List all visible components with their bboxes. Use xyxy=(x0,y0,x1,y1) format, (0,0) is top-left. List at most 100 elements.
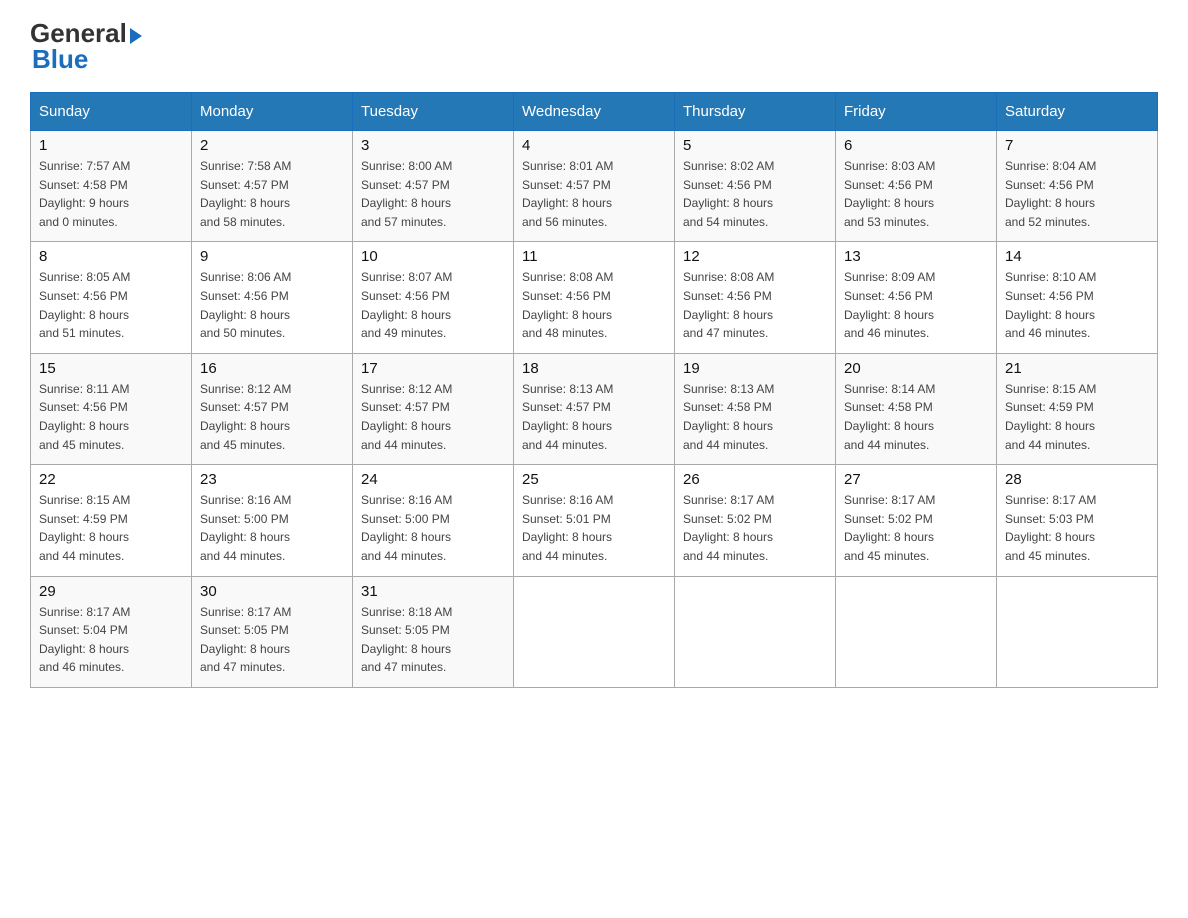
page-header: General Blue xyxy=(30,20,1158,72)
day-number: 1 xyxy=(39,137,183,154)
day-number: 13 xyxy=(844,248,988,265)
calendar-cell: 8Sunrise: 8:05 AMSunset: 4:56 PMDaylight… xyxy=(31,242,192,353)
day-number: 16 xyxy=(200,360,344,377)
day-number: 23 xyxy=(200,471,344,488)
calendar-cell: 10 Sunrise: 8:07 AMSunset: 4:56 PMDayligh… xyxy=(353,242,514,353)
calendar-cell: 27Sunrise: 8:17 AMSunset: 5:02 PMDayligh… xyxy=(836,465,997,576)
calendar-cell: 30 Sunrise: 8:17 AMSunset: 5:05 PMDayligh… xyxy=(192,576,353,687)
day-info: Sunrise: 8:17 AMSunset: 5:03 PMDaylight:… xyxy=(1005,491,1149,565)
calendar-cell: 13 Sunrise: 8:09 AMSunset: 4:56 PMDayligh… xyxy=(836,242,997,353)
day-info: Sunrise: 8:06 AMSunset: 4:56 PMDaylight:… xyxy=(200,268,344,342)
day-info: Sunrise: 8:00 AMSunset: 4:57 PMDaylight:… xyxy=(361,157,505,231)
calendar-cell: 15 Sunrise: 8:11 AMSunset: 4:56 PMDayligh… xyxy=(31,353,192,464)
day-info: Sunrise: 8:17 AMSunset: 5:05 PMDaylight:… xyxy=(200,603,344,677)
day-number: 21 xyxy=(1005,360,1149,377)
header-thursday: Thursday xyxy=(675,93,836,131)
day-number: 24 xyxy=(361,471,505,488)
day-info: Sunrise: 8:04 AMSunset: 4:56 PMDaylight:… xyxy=(1005,157,1149,231)
calendar-cell: 22Sunrise: 8:15 AMSunset: 4:59 PMDayligh… xyxy=(31,465,192,576)
day-info: Sunrise: 8:17 AMSunset: 5:04 PMDaylight:… xyxy=(39,603,183,677)
header-saturday: Saturday xyxy=(997,93,1158,131)
calendar-cell: 19 Sunrise: 8:13 AMSunset: 4:58 PMDayligh… xyxy=(675,353,836,464)
day-info: Sunrise: 8:03 AMSunset: 4:56 PMDaylight:… xyxy=(844,157,988,231)
day-number: 14 xyxy=(1005,248,1149,265)
day-number: 2 xyxy=(200,137,344,154)
calendar-cell: 14 Sunrise: 8:10 AMSunset: 4:56 PMDayligh… xyxy=(997,242,1158,353)
calendar-cell: 28 Sunrise: 8:17 AMSunset: 5:03 PMDayligh… xyxy=(997,465,1158,576)
calendar-cell: 31 Sunrise: 8:18 AMSunset: 5:05 PMDayligh… xyxy=(353,576,514,687)
day-number: 28 xyxy=(1005,471,1149,488)
week-row-1: 1 Sunrise: 7:57 AMSunset: 4:58 PMDaylight… xyxy=(31,131,1158,242)
day-number: 25 xyxy=(522,471,666,488)
calendar-cell: 9Sunrise: 8:06 AMSunset: 4:56 PMDaylight… xyxy=(192,242,353,353)
day-info: Sunrise: 7:57 AMSunset: 4:58 PMDaylight:… xyxy=(39,157,183,231)
day-info: Sunrise: 8:13 AMSunset: 4:58 PMDaylight:… xyxy=(683,380,827,454)
day-info: Sunrise: 8:17 AMSunset: 5:02 PMDaylight:… xyxy=(844,491,988,565)
calendar-table: SundayMondayTuesdayWednesdayThursdayFrid… xyxy=(30,92,1158,688)
day-info: Sunrise: 8:17 AMSunset: 5:02 PMDaylight:… xyxy=(683,491,827,565)
day-number: 15 xyxy=(39,360,183,377)
day-info: Sunrise: 8:14 AMSunset: 4:58 PMDaylight:… xyxy=(844,380,988,454)
week-row-4: 22Sunrise: 8:15 AMSunset: 4:59 PMDayligh… xyxy=(31,465,1158,576)
logo-triangle-icon xyxy=(130,28,142,44)
calendar-cell: 11Sunrise: 8:08 AMSunset: 4:56 PMDayligh… xyxy=(514,242,675,353)
header-wednesday: Wednesday xyxy=(514,93,675,131)
day-info: Sunrise: 8:12 AMSunset: 4:57 PMDaylight:… xyxy=(200,380,344,454)
logo: General Blue xyxy=(30,20,142,72)
calendar-cell xyxy=(514,576,675,687)
calendar-cell: 6Sunrise: 8:03 AMSunset: 4:56 PMDaylight… xyxy=(836,131,997,242)
day-info: Sunrise: 8:16 AMSunset: 5:01 PMDaylight:… xyxy=(522,491,666,565)
calendar-cell: 17 Sunrise: 8:12 AMSunset: 4:57 PMDayligh… xyxy=(353,353,514,464)
header-monday: Monday xyxy=(192,93,353,131)
week-row-3: 15 Sunrise: 8:11 AMSunset: 4:56 PMDayligh… xyxy=(31,353,1158,464)
calendar-cell xyxy=(836,576,997,687)
day-number: 7 xyxy=(1005,137,1149,154)
logo-general-text: General xyxy=(30,20,127,46)
calendar-cell: 23Sunrise: 8:16 AMSunset: 5:00 PMDayligh… xyxy=(192,465,353,576)
header-friday: Friday xyxy=(836,93,997,131)
day-number: 12 xyxy=(683,248,827,265)
day-number: 5 xyxy=(683,137,827,154)
day-number: 30 xyxy=(200,583,344,600)
calendar-cell: 3Sunrise: 8:00 AMSunset: 4:57 PMDaylight… xyxy=(353,131,514,242)
day-info: Sunrise: 8:07 AMSunset: 4:56 PMDaylight:… xyxy=(361,268,505,342)
calendar-cell: 21 Sunrise: 8:15 AMSunset: 4:59 PMDayligh… xyxy=(997,353,1158,464)
day-info: Sunrise: 8:10 AMSunset: 4:56 PMDaylight:… xyxy=(1005,268,1149,342)
day-number: 10 xyxy=(361,248,505,265)
day-info: Sunrise: 8:09 AMSunset: 4:56 PMDaylight:… xyxy=(844,268,988,342)
calendar-cell: 1 Sunrise: 7:57 AMSunset: 4:58 PMDaylight… xyxy=(31,131,192,242)
day-info: Sunrise: 8:02 AMSunset: 4:56 PMDaylight:… xyxy=(683,157,827,231)
calendar-body: 1 Sunrise: 7:57 AMSunset: 4:58 PMDaylight… xyxy=(31,131,1158,688)
day-info: Sunrise: 8:08 AMSunset: 4:56 PMDaylight:… xyxy=(683,268,827,342)
day-info: Sunrise: 8:18 AMSunset: 5:05 PMDaylight:… xyxy=(361,603,505,677)
day-number: 31 xyxy=(361,583,505,600)
calendar-cell: 29 Sunrise: 8:17 AMSunset: 5:04 PMDayligh… xyxy=(31,576,192,687)
calendar-cell: 4Sunrise: 8:01 AMSunset: 4:57 PMDaylight… xyxy=(514,131,675,242)
calendar-cell: 2 Sunrise: 7:58 AMSunset: 4:57 PMDaylight… xyxy=(192,131,353,242)
day-number: 18 xyxy=(522,360,666,377)
day-info: Sunrise: 8:13 AMSunset: 4:57 PMDaylight:… xyxy=(522,380,666,454)
day-info: Sunrise: 8:11 AMSunset: 4:56 PMDaylight:… xyxy=(39,380,183,454)
day-number: 19 xyxy=(683,360,827,377)
calendar-cell: 12 Sunrise: 8:08 AMSunset: 4:56 PMDayligh… xyxy=(675,242,836,353)
calendar-cell: 26 Sunrise: 8:17 AMSunset: 5:02 PMDayligh… xyxy=(675,465,836,576)
day-info: Sunrise: 8:12 AMSunset: 4:57 PMDaylight:… xyxy=(361,380,505,454)
calendar-cell: 25 Sunrise: 8:16 AMSunset: 5:01 PMDayligh… xyxy=(514,465,675,576)
day-number: 17 xyxy=(361,360,505,377)
calendar-cell: 24Sunrise: 8:16 AMSunset: 5:00 PMDayligh… xyxy=(353,465,514,576)
week-row-2: 8Sunrise: 8:05 AMSunset: 4:56 PMDaylight… xyxy=(31,242,1158,353)
day-info: Sunrise: 8:01 AMSunset: 4:57 PMDaylight:… xyxy=(522,157,666,231)
day-info: Sunrise: 8:15 AMSunset: 4:59 PMDaylight:… xyxy=(1005,380,1149,454)
calendar-cell xyxy=(675,576,836,687)
day-info: Sunrise: 8:05 AMSunset: 4:56 PMDaylight:… xyxy=(39,268,183,342)
day-number: 20 xyxy=(844,360,988,377)
day-number: 11 xyxy=(522,248,666,265)
week-row-5: 29 Sunrise: 8:17 AMSunset: 5:04 PMDayligh… xyxy=(31,576,1158,687)
day-number: 29 xyxy=(39,583,183,600)
day-info: Sunrise: 7:58 AMSunset: 4:57 PMDaylight:… xyxy=(200,157,344,231)
day-number: 26 xyxy=(683,471,827,488)
header-tuesday: Tuesday xyxy=(353,93,514,131)
calendar-cell: 5 Sunrise: 8:02 AMSunset: 4:56 PMDaylight… xyxy=(675,131,836,242)
day-number: 22 xyxy=(39,471,183,488)
calendar-cell: 16 Sunrise: 8:12 AMSunset: 4:57 PMDayligh… xyxy=(192,353,353,464)
